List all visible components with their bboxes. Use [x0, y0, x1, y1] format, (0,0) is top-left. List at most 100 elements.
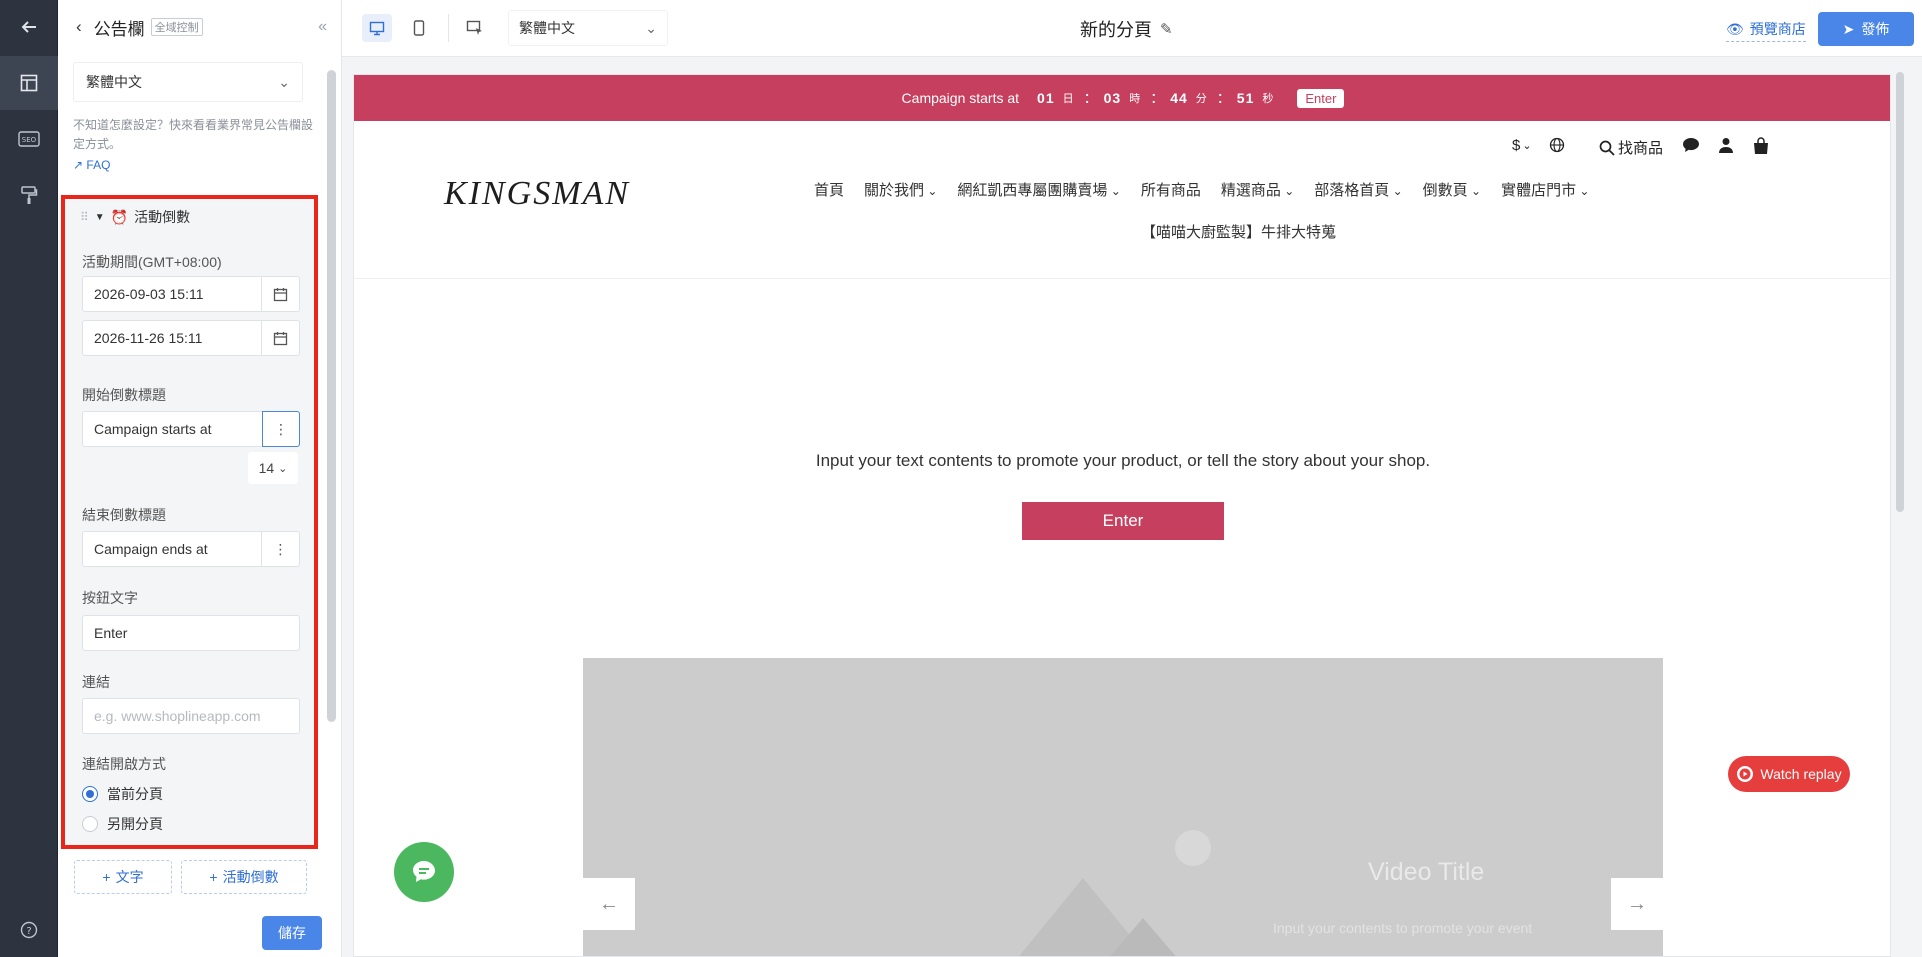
radio-new-label: 另開分頁 — [107, 816, 163, 832]
seo-icon[interactable]: SEO — [0, 112, 58, 166]
button-text-input[interactable]: Enter — [82, 615, 300, 651]
button-text-label: 按鈕文字 — [82, 590, 138, 606]
nav-item-stores[interactable]: 實體店門市 — [1501, 179, 1589, 200]
back-arrow-icon[interactable] — [0, 0, 58, 54]
hero-enter-button[interactable]: Enter — [1022, 502, 1224, 540]
panel-header: ‹ 公告欄 全域控制 « — [58, 0, 341, 54]
nav-item-countdown[interactable]: 倒數頁 — [1423, 179, 1481, 200]
hours-unit: 時 — [1129, 93, 1141, 105]
search-label: 找商品 — [1618, 140, 1664, 157]
cart-icon[interactable] — [1752, 137, 1770, 155]
preview-store-label: 預覽商店 — [1749, 21, 1806, 37]
seconds-unit: 秒 — [1262, 93, 1274, 105]
countdown-section-title: 活動倒數 — [134, 209, 191, 225]
chevron-down-icon: ⌄ — [278, 462, 288, 475]
radio-dot[interactable] — [82, 816, 98, 832]
calendar-icon[interactable] — [261, 277, 299, 311]
countdown-section-header[interactable]: ⠿ ▼ ⏰ 活動倒數 — [80, 207, 190, 227]
user-icon[interactable] — [1718, 137, 1734, 153]
select-cursor-icon[interactable] — [460, 14, 490, 42]
add-countdown-button[interactable]: + 活動倒數 — [181, 860, 307, 894]
announce-text: Campaign starts at — [901, 90, 1020, 106]
countdown-minutes: 44 — [1170, 90, 1188, 106]
publish-button[interactable]: ➤ 發佈 — [1818, 12, 1914, 46]
help-icon[interactable]: ? — [0, 903, 58, 957]
radio-dot[interactable] — [82, 786, 98, 802]
nav-item-steak-sale[interactable]: 【喵喵大廚監製】牛排大特蒐 — [1141, 221, 1336, 242]
panel-title: 公告欄 — [93, 19, 145, 39]
announcement-bar[interactable]: Campaign starts at 01 日 ： 03 時 ： 44 分 ： 51 秒… — [354, 75, 1890, 121]
editor-topbar: 繁體中文 ⌄ 新的分頁 ✎ 👁 預覽商店 ➤ 發佈 — [342, 0, 1922, 57]
radio-new-tab[interactable]: 另開分頁 — [82, 814, 163, 834]
chevron-down-icon: ⌄ — [278, 73, 290, 90]
nav-item-home[interactable]: 首頁 — [814, 179, 844, 200]
arrow-right-icon[interactable]: → — [1611, 878, 1663, 930]
preview-scrollbar[interactable] — [1896, 72, 1904, 512]
desktop-view-icon[interactable] — [362, 14, 392, 42]
nav-item-about[interactable]: 關於我們 — [864, 179, 937, 200]
save-button[interactable]: 儲存 — [262, 916, 322, 950]
more-options-icon[interactable]: ⋮ — [262, 411, 300, 447]
start-date-input[interactable]: 2026-09-03 15:11 — [82, 276, 300, 312]
announce-enter-button[interactable]: Enter — [1297, 88, 1345, 108]
collapse-panel-icon[interactable]: « — [318, 18, 327, 36]
calendar-icon[interactable] — [261, 321, 299, 355]
more-options-icon[interactable]: ⋮ — [261, 532, 299, 566]
font-size-select[interactable]: 14 ⌄ — [248, 452, 298, 484]
start-title-input[interactable]: Campaign starts at ⋮ — [82, 411, 300, 447]
panel-language-value: 繁體中文 — [86, 74, 142, 90]
search-products-link[interactable]: 找商品 — [1599, 137, 1663, 158]
faq-link[interactable]: ↗ FAQ — [73, 158, 110, 172]
left-rail: SEO ? — [0, 0, 58, 957]
currency-select[interactable]: $ ⌄ — [1512, 137, 1532, 154]
add-text-label: 文字 — [115, 869, 144, 885]
send-icon: ➤ — [1842, 20, 1855, 37]
caret-down-icon[interactable]: ▼ — [95, 212, 105, 223]
video-title: Video Title — [1368, 858, 1485, 886]
chat-launcher[interactable] — [394, 842, 454, 902]
paint-icon[interactable] — [0, 168, 58, 222]
mobile-view-icon[interactable] — [404, 14, 434, 42]
end-date-input[interactable]: 2026-11-26 15:11 — [82, 320, 300, 356]
panel-language-select[interactable]: 繁體中文 ⌄ — [73, 62, 303, 102]
currency-symbol: $ — [1512, 137, 1521, 154]
nav-item-blog[interactable]: 部落格首頁 — [1314, 179, 1402, 200]
link-input[interactable]: e.g. www.shoplineapp.com — [82, 698, 300, 734]
countdown-days: 01 — [1037, 90, 1055, 106]
header-divider — [354, 278, 1890, 279]
svg-text:?: ? — [26, 926, 31, 937]
globe-icon[interactable] — [1549, 137, 1565, 153]
nav-item-all-products[interactable]: 所有商品 — [1141, 179, 1201, 200]
radio-current-tab[interactable]: 當前分頁 — [82, 784, 163, 804]
back-chevron-icon[interactable]: ‹ — [76, 17, 82, 37]
image-placeholder-icon — [1019, 830, 1211, 956]
end-title-input[interactable]: Campaign ends at ⋮ — [82, 531, 300, 567]
nav-item-featured[interactable]: 精選商品 — [1221, 179, 1294, 200]
arrow-left-icon[interactable]: ← — [583, 878, 635, 930]
font-size-value: 14 — [258, 460, 275, 476]
publish-label: 發佈 — [1861, 21, 1890, 37]
chat-icon — [413, 861, 435, 882]
layout-icon[interactable] — [0, 56, 58, 110]
panel-scrollbar[interactable] — [327, 70, 336, 722]
play-circle-icon — [1737, 766, 1754, 782]
link-placeholder: e.g. www.shoplineapp.com — [94, 708, 261, 724]
countdown-sep: ： — [1083, 90, 1098, 106]
store-logo[interactable]: KINGSMAN — [444, 175, 630, 213]
watch-replay-button[interactable]: Watch replay — [1728, 756, 1850, 792]
button-text-value: Enter — [94, 625, 128, 641]
nav-item-group-buy[interactable]: 網紅凱西專屬團購賣場 — [957, 179, 1120, 200]
drag-handle-icon[interactable]: ⠿ — [80, 210, 89, 224]
minutes-unit: 分 — [1195, 93, 1207, 105]
video-banner: Video Title Input your contents to promo… — [583, 658, 1663, 956]
chat-bubble-icon[interactable] — [1682, 137, 1700, 153]
preview-store-link[interactable]: 👁 預覽商店 — [1726, 19, 1806, 42]
link-label: 連結 — [82, 674, 110, 690]
add-countdown-label: 活動倒數 — [222, 869, 279, 885]
preview-language-select[interactable]: 繁體中文 ⌄ — [508, 10, 668, 46]
pencil-icon[interactable]: ✎ — [1160, 20, 1173, 38]
start-title-label: 開始倒數標題 — [82, 387, 166, 403]
plus-icon: + — [209, 869, 218, 885]
add-text-button[interactable]: + 文字 — [74, 860, 172, 894]
svg-text:SEO: SEO — [22, 136, 37, 144]
